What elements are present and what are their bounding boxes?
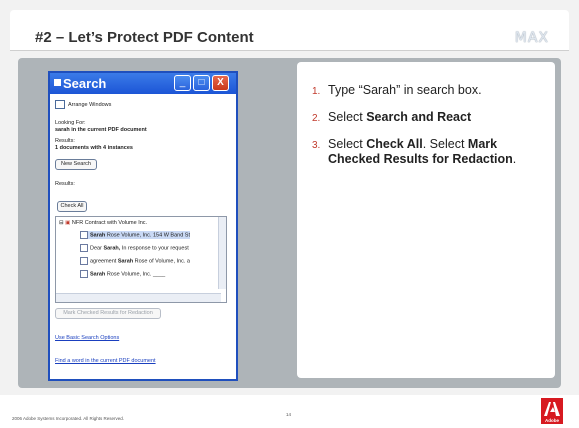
- looking-for-value: sarah in the current PDF document: [55, 127, 147, 133]
- results-tree[interactable]: ⊟ ▣ NFR Contract with Volume Inc. Sarah …: [55, 216, 227, 303]
- mark-checked-results-button[interactable]: Mark Checked Results for Redaction: [55, 308, 161, 319]
- step-emphasis: Search and React: [366, 110, 472, 124]
- slide: #2 – Let’s Protect PDF Content MAX Searc…: [0, 0, 579, 428]
- tree-root[interactable]: ⊟ ▣ NFR Contract with Volume Inc.: [59, 220, 147, 226]
- step-1: 1. Type “Sarah” in search box.: [312, 83, 547, 98]
- copyright: 2006 Adobe Systems Incorporated. All Rig…: [12, 416, 125, 421]
- tree-item[interactable]: agreement Sarah Rose of Volume, Inc. a: [80, 257, 190, 265]
- step-number: 3.: [312, 140, 321, 151]
- minimize-button[interactable]: _: [174, 75, 191, 91]
- results-value: 1 documents with 4 instances: [55, 145, 133, 151]
- looking-for-label: Looking For:: [55, 120, 86, 126]
- maximize-button[interactable]: □: [193, 75, 210, 91]
- max-logo: MAX: [514, 30, 549, 46]
- slide-title: #2 – Let’s Protect PDF Content: [35, 29, 254, 46]
- close-button[interactable]: X: [212, 75, 229, 91]
- result-checkbox[interactable]: [80, 257, 88, 265]
- title-bar: #2 – Let’s Protect PDF Content MAX: [10, 10, 569, 51]
- tree-item[interactable]: Sarah Rose Volume, Inc. 154 W Band St: [80, 231, 190, 239]
- step-emphasis: Check All: [366, 137, 423, 151]
- tree-item[interactable]: Dear Sarah, In response to your request: [80, 244, 189, 252]
- search-window-title: Search: [63, 76, 107, 91]
- adobe-logo-text: Adobe: [545, 418, 559, 423]
- basic-search-options-link[interactable]: Use Basic Search Options: [55, 335, 119, 341]
- vertical-scrollbar[interactable]: [218, 217, 226, 289]
- tree-item[interactable]: Sarah Rose Volume, Inc. ____: [80, 270, 165, 278]
- step-text: Type “Sarah” in search box.: [328, 83, 482, 97]
- new-search-button[interactable]: New Search: [55, 159, 97, 170]
- instructions-panel: 1. Type “Sarah” in search box. 2. Select…: [297, 62, 555, 378]
- footer: 2006 Adobe Systems Incorporated. All Rig…: [0, 395, 579, 428]
- arrange-windows-label: Arrange Windows: [68, 101, 112, 108]
- tree-root-label: NFR Contract with Volume Inc.: [71, 220, 148, 226]
- search-window: Search _ □ X Arrange Windows Looking For…: [48, 71, 238, 381]
- check-all-button[interactable]: Check All: [57, 201, 87, 212]
- arrange-windows-icon: [55, 100, 65, 109]
- search-window-body: Arrange Windows Looking For: sarah in th…: [50, 94, 236, 379]
- step-number: 1.: [312, 86, 321, 97]
- pdf-doc-icon: ▣: [65, 220, 72, 226]
- step-2: 2. Select Search and React: [312, 110, 472, 124]
- steps-list: 1. Type “Sarah” in search box. 2. Select…: [312, 83, 547, 179]
- horizontal-scrollbar[interactable]: [56, 293, 221, 302]
- step-3: 3. Select Check All. Select Mark Checked…: [312, 137, 517, 166]
- page-number: 14: [286, 412, 292, 417]
- arrange-windows[interactable]: Arrange Windows: [55, 100, 111, 109]
- search-window-titlebar[interactable]: Search _ □ X: [50, 73, 236, 94]
- result-checkbox[interactable]: [80, 244, 88, 252]
- result-checkbox[interactable]: [80, 270, 88, 278]
- adobe-logo-icon: Adobe: [541, 398, 563, 424]
- find-word-link[interactable]: Find a word in the current PDF document: [55, 358, 156, 364]
- step-number: 2.: [312, 113, 321, 124]
- results-label-2: Results:: [55, 181, 75, 187]
- window-app-icon: [54, 79, 61, 86]
- result-checkbox[interactable]: [80, 231, 88, 239]
- results-label: Results:: [55, 138, 75, 144]
